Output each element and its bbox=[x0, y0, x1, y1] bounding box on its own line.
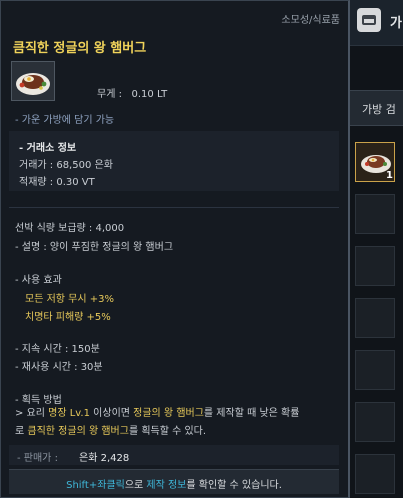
duration-text: - 지속 시간 : 150분 bbox=[15, 344, 100, 355]
market-info-box: - 거래소 정보 거래가 : 68,500 은화 적재량 : 0.30 VT bbox=[9, 131, 339, 191]
market-stock: 적재량 : 0.30 VT bbox=[19, 177, 95, 188]
acquire-description: > 요리 명장 Lv.1 이상이면 정글의 왕 햄버그를 제작할 때 낮은 확률… bbox=[15, 405, 345, 441]
market-info-header: - 거래소 정보 bbox=[19, 143, 77, 154]
inventory-slot-empty[interactable] bbox=[355, 298, 395, 338]
weight-label: 무게 : bbox=[97, 89, 122, 100]
effect-line: 치명타 피해량 +5% bbox=[25, 312, 111, 323]
hint-text: 를 확인할 수 있습니다. bbox=[186, 480, 282, 491]
item-description: - 설명 : 양이 푸짐한 정글의 왕 햄버그 bbox=[15, 242, 174, 253]
inventory-title: 가 bbox=[390, 16, 402, 31]
hint-link[interactable]: 제작 정보 bbox=[146, 480, 186, 491]
acquire-highlight: 명장 Lv.1 bbox=[48, 408, 90, 419]
item-title: 큼직한 정글의 왕 햄버그 bbox=[13, 41, 147, 56]
duration: - 지속 시간 : 150분 bbox=[15, 340, 100, 355]
acquire-text: 이상이면 bbox=[89, 408, 134, 419]
effect-line: 모든 저항 무시 +3% bbox=[25, 294, 114, 305]
weight-value: 0.10 LT bbox=[131, 89, 168, 100]
acquire-header: - 획득 방법 bbox=[15, 395, 62, 406]
acquire-text: > 요리 bbox=[15, 408, 49, 419]
item-icon-frame bbox=[11, 61, 55, 101]
sell-price-label: - 판매가 : bbox=[17, 453, 58, 464]
inventory-slot-hamburger[interactable]: 1 bbox=[355, 142, 395, 182]
acquire-line-2: 로 큼직한 정글의 왕 햄버그를 획득할 수 있다. bbox=[15, 423, 345, 441]
inventory-slot-empty[interactable] bbox=[355, 454, 395, 494]
inventory-slot-empty[interactable] bbox=[355, 350, 395, 390]
item-tooltip: 소모성/식료품 큼직한 정글의 왕 햄버그 무게 : 0.10 LT - 가운 … bbox=[0, 0, 350, 498]
item-category: 소모성/식료품 bbox=[281, 15, 340, 26]
item-weight: 무게 : 0.10 LT bbox=[97, 85, 167, 100]
acquire-highlight: 정글의 왕 햄버그 bbox=[133, 408, 204, 419]
use-effect-header: - 사용 효과 bbox=[15, 275, 62, 286]
cooldown: - 재사용 시간 : 30분 bbox=[15, 362, 103, 373]
acquire-highlight: 큼직한 정글의 왕 햄버그 bbox=[27, 426, 129, 437]
acquire-line-1: > 요리 명장 Lv.1 이상이면 정글의 왕 햄버그를 제작할 때 낮은 확률 bbox=[15, 405, 345, 423]
sell-price-value: 은화 2,428 bbox=[79, 453, 130, 464]
ship-feed-amount: 선박 식량 보급량 : 4,000 bbox=[15, 223, 125, 234]
market-price: 거래가 : 68,500 은화 bbox=[19, 160, 113, 171]
hint-text: 으로 bbox=[124, 480, 147, 491]
acquire-text: 로 bbox=[15, 426, 28, 437]
inventory-slot-empty[interactable] bbox=[355, 402, 395, 442]
sell-price-box: - 판매가 : 은화 2,428 bbox=[9, 445, 339, 465]
inventory-slot-empty[interactable] bbox=[355, 194, 395, 234]
inventory-slot-empty[interactable] bbox=[355, 246, 395, 286]
bag-search-label: 가방 검 bbox=[362, 103, 396, 116]
divider bbox=[9, 207, 339, 208]
acquire-text: 를 제작할 때 낮은 확률 bbox=[203, 408, 300, 419]
inventory-bag-icon[interactable] bbox=[357, 8, 381, 32]
crafting-hint: Shift+좌클릭으로 제작 정보를 확인할 수 있습니다. bbox=[66, 476, 282, 491]
bag-note: - 가운 가방에 담기 가능 bbox=[15, 115, 115, 126]
hint-key: Shift+좌클릭 bbox=[66, 480, 125, 491]
crafting-hint-bar: Shift+좌클릭으로 제작 정보를 확인할 수 있습니다. bbox=[9, 469, 339, 494]
acquire-text: 를 획득할 수 있다. bbox=[128, 426, 207, 437]
slot-count: 1 bbox=[386, 170, 393, 181]
hamburger-icon bbox=[16, 73, 50, 95]
